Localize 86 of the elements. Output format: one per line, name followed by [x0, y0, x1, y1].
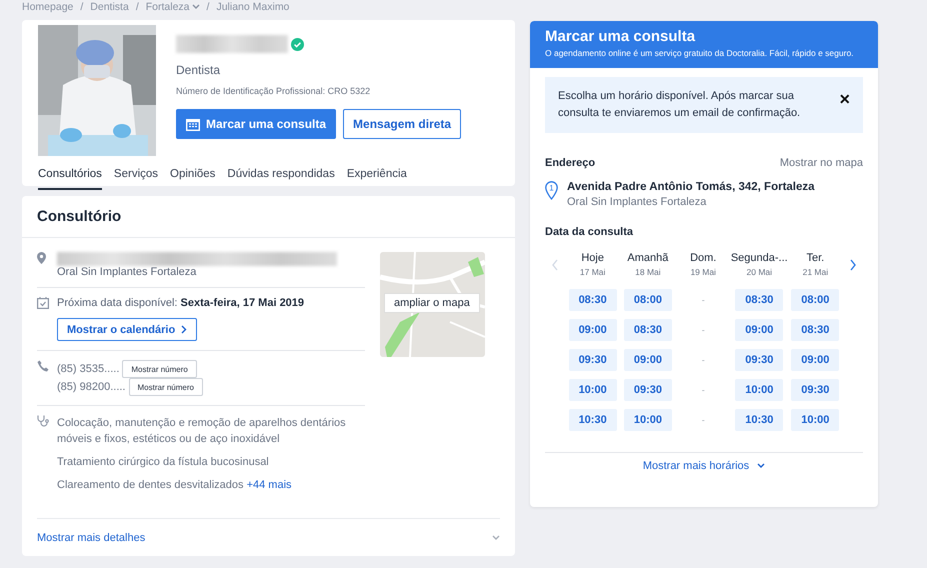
clinic-name: Oral Sin Implantes Fortaleza: [57, 266, 198, 278]
time-slot-button[interactable]: 09:00: [568, 319, 617, 341]
time-slot-button[interactable]: 08:30: [568, 289, 617, 311]
stethoscope-icon: [37, 415, 49, 427]
day-date: 19 Mai: [690, 267, 716, 277]
breadcrumb-link[interactable]: Fortaleza: [146, 1, 200, 13]
tab[interactable]: Opiniões: [170, 163, 216, 190]
chevron-down-icon: [757, 463, 766, 469]
tab[interactable]: Serviços: [114, 163, 158, 190]
time-slot-button[interactable]: 09:00: [735, 319, 784, 341]
show-on-map-link[interactable]: Mostrar no mapa: [780, 157, 863, 169]
enlarge-map-button[interactable]: ampliar o mapa: [384, 293, 480, 313]
show-more-times-button[interactable]: Mostrar mais horários: [636, 459, 772, 473]
book-appointment-button[interactable]: Marcar uma consulta: [176, 109, 336, 139]
tab[interactable]: Consultórios: [38, 163, 102, 190]
service-item: Colocação, manutenção e remoção de aparelhos dentários móveis e fixos, estéticos ou de aço inoxidável: [57, 416, 347, 447]
day-name: Ter.: [806, 252, 824, 264]
no-slot-dash: -: [702, 384, 705, 397]
day-name: Segunda-...: [730, 252, 788, 264]
breadcrumb-separator: /: [80, 1, 84, 13]
time-slot-button[interactable]: 10:00: [624, 409, 672, 431]
more-services-link[interactable]: +44 mais: [246, 479, 292, 491]
day-date: 21 Mai: [802, 267, 828, 277]
address-text: Avenida Padre Antônio Tomás, 342, Fortaleza: [567, 181, 815, 193]
chevron-right-icon: [181, 325, 188, 334]
no-slot-dash: -: [702, 294, 705, 307]
time-slot-button[interactable]: 09:30: [735, 349, 784, 371]
show-number-button[interactable]: Mostrar número: [128, 378, 203, 396]
day-name: Hoje: [581, 252, 604, 264]
chevron-down-icon: [492, 534, 500, 540]
time-slot-button[interactable]: 10:00: [735, 379, 784, 401]
phone-icon: [37, 360, 49, 372]
next-arrow-icon[interactable]: [849, 259, 857, 271]
time-slot-button[interactable]: 09:30: [791, 379, 840, 401]
time-slot-button[interactable]: 08:30: [735, 289, 784, 311]
time-slot-button[interactable]: 08:00: [624, 289, 672, 311]
notice-text: Escolha um horário disponível. Após marcar sua consulta te enviaremos um email de confirmação.: [558, 89, 802, 121]
date-label: Data da consulta: [545, 226, 634, 238]
booking-subtitle: O agendamento online é um serviço gratuito da Doctoralia. Fácil, rápido e seguro.: [545, 47, 855, 60]
breadcrumb-link[interactable]: Juliano Maximo: [216, 1, 290, 13]
no-slot-dash: -: [702, 354, 705, 367]
no-slot-dash: -: [702, 324, 705, 337]
time-slot-button[interactable]: 08:00: [791, 289, 840, 311]
phone-number: (85) 98200.....: [57, 381, 126, 393]
service-item: Clareamento de dentes desvitalizados +44 mais: [57, 478, 293, 493]
specialty: Dentista: [176, 63, 222, 77]
tab[interactable]: Experiência: [346, 163, 407, 190]
close-button[interactable]: ×: [839, 92, 850, 106]
calendar-check-icon: [37, 297, 49, 309]
time-slot-button[interactable]: 10:30: [735, 409, 784, 431]
show-number-button[interactable]: Mostrar número: [122, 360, 197, 378]
next-available-date: Próxima data disponível: Sexta-feira, 17 Mai 2019: [57, 297, 304, 309]
section-title: Consultório: [22, 196, 515, 238]
time-slot-button[interactable]: 08:30: [791, 319, 840, 341]
time-slot-button[interactable]: 08:30: [624, 319, 672, 341]
phone-number: (85) 3535.....: [57, 363, 120, 375]
time-slot-button[interactable]: 09:00: [624, 349, 672, 371]
numbered-pin-icon: 1: [545, 181, 558, 200]
time-slot-button[interactable]: 10:30: [568, 409, 617, 431]
time-slot-button[interactable]: 10:00: [791, 409, 840, 431]
license-number: Número de Identificação Profissional: CRO 5322: [176, 86, 372, 96]
breadcrumb-link[interactable]: Dentista: [90, 1, 129, 13]
show-calendar-button[interactable]: Mostrar o calendário: [57, 318, 198, 341]
booking-title: Marcar uma consulta: [545, 28, 696, 45]
breadcrumb-separator: /: [136, 1, 139, 13]
time-slot-button[interactable]: 09:30: [624, 379, 672, 401]
day-date: 17 Mai: [580, 267, 606, 277]
day-date: 20 Mai: [746, 267, 772, 277]
time-slot-button[interactable]: 10:00: [568, 379, 617, 401]
breadcrumb-separator: /: [206, 1, 210, 13]
time-slot-button[interactable]: 09:30: [568, 349, 617, 371]
calendar-icon: [186, 118, 200, 130]
breadcrumb-link[interactable]: Homepage: [22, 1, 74, 13]
chevron-down-icon: [192, 4, 200, 10]
clinic-name: Oral Sin Implantes Fortaleza: [567, 196, 708, 208]
service-item: Tratamiento cirúrgico da fístula bucosinusal: [57, 455, 270, 470]
more-details-link[interactable]: Mostrar mais detalhes: [37, 532, 146, 544]
address-label: Endereço: [545, 157, 596, 169]
no-slot-dash: -: [702, 414, 705, 427]
day-name: Amanhã: [627, 252, 668, 264]
direct-message-button[interactable]: Mensagem direta: [343, 109, 462, 139]
location-pin-icon: [37, 252, 46, 264]
day-name: Dom.: [690, 252, 716, 264]
tab[interactable]: Dúvidas respondidas: [227, 163, 335, 190]
time-slot-button[interactable]: 09:00: [791, 349, 840, 371]
day-date: 18 Mai: [635, 267, 661, 277]
